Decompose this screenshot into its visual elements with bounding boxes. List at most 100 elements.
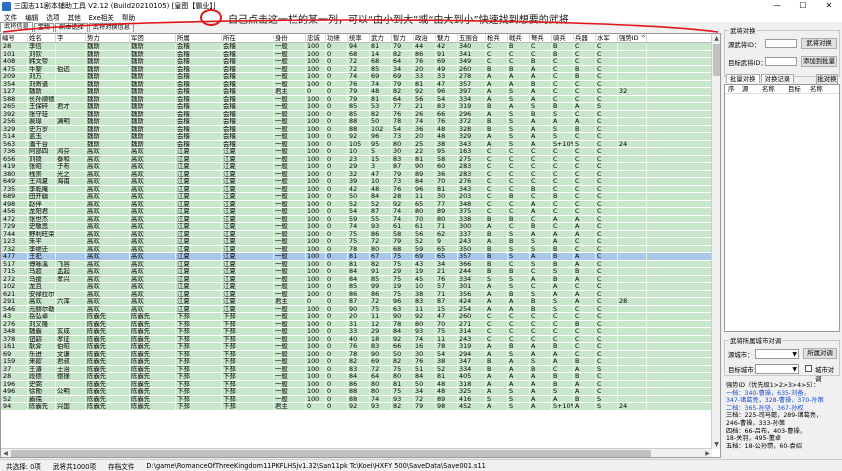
table-row[interactable]: 28 段德 德操 陈霸先 陈霸先 下邳 下邳 一般 100 0 84 64 80 84 81 405 A A A B B… — [1, 373, 712, 381]
scroll-right-icon[interactable]: ▶ — [703, 449, 712, 457]
table-row[interactable]: 588 长孙顺德 魏斯 魏斯 会稽 会稽 一般 100 0 79 81 64 56 54 334 A S A C C C — [1, 95, 712, 103]
table-row[interactable]: 517 傅咏溪 飞容 高欢 高欢 江夏 江夏 一般 100 0 81 82 75 43 34 366 B C S B A… — [1, 260, 712, 268]
table-row[interactable]: 291 高欢 六浑 高欢 高欢 江夏 江夏 君主 0 0 87 72 96 83 87 424 A A B S A C 28 — [1, 298, 712, 306]
menu-file[interactable]: 文件 — [0, 12, 21, 22]
source-city-select[interactable]: ▼ — [755, 349, 799, 359]
close-button[interactable]: ✕ — [816, 0, 842, 12]
table-row[interactable]: 689 田开疆 高欢 高欢 江夏 江夏 一般 100 0 50 84 28 11 30 203 C B C B C C — [1, 193, 712, 201]
scroll-left-icon[interactable]: ◀ — [1, 449, 10, 457]
table-row[interactable]: 715 马超 孟起 高欢 高欢 江夏 江夏 一般 100 0 84 91 29 19 21 244 B B C S B C — [1, 268, 712, 276]
table-row[interactable]: 392 张守珪 魏斯 魏斯 会稽 会稽 一般 100 0 85 82 76 26 66 296 A S B S C C — [1, 110, 712, 118]
table-row[interactable]: 276 刘又隆 陈霸先 陈霸先 下邳 下邳 一般 100 0 31 12 78 80 70 271 C C C C B… — [1, 320, 712, 328]
table-row[interactable]: 94 陈霸先 兴国 陈霸先 陈霸先 下邳 下邳 君主 0 0 92 93 82 79 98 452 A S A S+1… — [1, 403, 712, 411]
table-row[interactable]: 123 朱平 高欢 高欢 江夏 江夏 一般 100 0 75 72 79 52 9 243 A B S A C C — [1, 238, 712, 246]
column-header[interactable]: 统率 — [348, 34, 370, 42]
city-swap-button[interactable]: 所属对调 — [803, 348, 837, 359]
table-row[interactable]: 380 栈崇 光之 高欢 高欢 江夏 江夏 一般 100 0 32 47 79 89 36 283 C C C C C C — [1, 170, 712, 178]
table-row[interactable]: 546 元赫尔勒 高欢 高欢 江夏 江夏 一般 100 0 90 75 63 11 15 254 A A B S C C — [1, 305, 712, 313]
table-row[interactable]: 419 张昭 子布 高欢 高欢 江夏 江夏 一般 100 0 29 3 87 90 60 283 C C C C C C — [1, 163, 712, 171]
column-header[interactable]: 骑兵 — [552, 34, 574, 42]
batch-list[interactable]: 序 源 名称 目标 名称 — [724, 84, 840, 332]
table-row[interactable]: 477 王犯 高欢 高欢 江夏 江夏 一般 100 0 81 67 75 69 65 357 B S A B A C — [1, 253, 712, 261]
menu-help[interactable]: 帮助 — [118, 12, 139, 22]
column-header[interactable]: 枪兵 — [486, 34, 508, 42]
table-row[interactable]: 256 裴璟 渊明 魏斯 魏斯 会稽 会稽 一般 100 0 88 50 78 74 76 372 B S A A A C — [1, 118, 712, 126]
vertical-scrollbar[interactable]: ▲ ▼ — [711, 34, 720, 449]
maximize-button[interactable]: ☐ — [790, 0, 816, 12]
tab-batch-swap[interactable]: 批量对换 — [726, 74, 760, 83]
column-header[interactable]: 字 — [56, 34, 86, 42]
target-id-input[interactable] — [765, 57, 797, 66]
tab-swap-info[interactable]: 武将对换信息 — [88, 23, 134, 32]
column-header[interactable]: 戟兵 — [508, 34, 530, 42]
column-header[interactable]: 编号 — [1, 34, 28, 42]
column-header[interactable]: 五围合 — [458, 34, 486, 42]
column-header[interactable]: 武力 — [370, 34, 392, 42]
column-header[interactable]: 水军 — [596, 34, 618, 42]
table-row[interactable]: 736 阿部四 鸿芬 高欢 高欢 江夏 江夏 一般 100 0 10 5 30 22 95 163 C C C C C C — [1, 148, 712, 156]
column-header[interactable]: 弩兵 — [530, 34, 552, 42]
column-header[interactable]: 势力 — [86, 34, 130, 42]
swap-button[interactable]: 武将对换 — [801, 38, 837, 49]
tab-swap-log[interactable]: 对换记录 — [760, 74, 795, 83]
table-row[interactable]: 475 牛黎 伯远 魏斯 魏斯 会稽 会稽 一般 100 0 72 85 34 20 49 260 B B A C B C — [1, 65, 712, 73]
table-row[interactable]: 348 魏霸 玄成 陈霸先 陈霸先 下邳 下邳 一般 100 0 33 29 84 93 75 314 C C C C… — [1, 328, 712, 336]
tab-treasure[interactable]: 宝物 — [33, 23, 55, 32]
menu-other[interactable]: 其他 — [64, 12, 85, 22]
table-row[interactable]: 563 潘千台 魏斯 魏斯 会稽 会稽 一般 100 0 105 95 80 25 38 343 A S A S+1… — [1, 140, 712, 148]
table-row[interactable]: 354 刘寄道 魏斯 魏斯 会稽 会稽 一般 100 0 76 74 79 81 47 357 A A B C C C — [1, 80, 712, 88]
menu-options[interactable]: 选项 — [42, 12, 63, 22]
table-row[interactable]: 649 王鸿夏 海甫 高欢 高欢 江夏 江夏 一般 100 0 39 10 73 84 70 276 C C C C C… — [1, 178, 712, 186]
column-header[interactable]: 魅力 — [436, 34, 458, 42]
column-header[interactable]: 智力 — [392, 34, 414, 42]
table-row[interactable]: 127 魏斯 魏斯 魏斯 会稽 会稽 君主 0 0 79 48 82 92 96 397 A S A C C C 32 — [1, 88, 712, 96]
table-row[interactable]: 272 马援 孝兴 高欢 高欢 江夏 江夏 一般 100 0 84 85 75 45 76 334 S S A B A C — [1, 275, 712, 283]
vertical-scroll-thumb[interactable] — [713, 44, 720, 76]
column-header[interactable]: 所在 — [222, 34, 274, 42]
column-header[interactable]: 忠诚 — [306, 34, 326, 42]
target-city-select[interactable]: ▼ — [755, 364, 799, 374]
table-row[interactable]: 37 王濬 士治 陈霸先 陈霸先 下邳 下邳 一般 100 0 83 72 75 51 52 334 B A B C A… — [1, 365, 712, 373]
table-row[interactable]: 43 岳弘卓 陈霸先 陈霸先 下邳 下邳 一般 100 0 20 11 90 92 47 260 C C C C C C — [1, 313, 712, 321]
table-row[interactable]: 28 李信 魏斯 魏斯 会稽 会稽 一般 100 0 94 81 79 44 42 340 C B C B C C — [1, 43, 712, 51]
menu-exe[interactable]: Exe相关 — [85, 12, 118, 22]
table-row[interactable]: 621 安禄拉尔 高欢 高欢 江夏 江夏 一般 100 0 86 86 75 38 71 356 A B S A A C — [1, 290, 712, 298]
column-header[interactable]: 军团 — [130, 34, 176, 42]
table-row[interactable]: 729 史敬思 高欢 高欢 江夏 江夏 一般 100 0 74 93 61 61 71 300 A C B C A C — [1, 223, 712, 231]
table-row[interactable]: 265 王保碎 君才 魏斯 魏斯 会稽 会稽 一般 100 0 85 53 77 21 83 319 B A S B A… — [1, 103, 712, 111]
table-row[interactable]: 209 刘方 魏斯 魏斯 会稽 会稽 一般 100 0 74 69 69 33 33 278 A A A C B C — [1, 73, 712, 81]
table-row[interactable]: 496 徐勣 公明 陈霸先 陈霸先 下邳 下邳 一般 100 0 88 80 75 34 48 325 A S A S… — [1, 388, 712, 396]
table-row[interactable]: 498 赵伴 高欢 高欢 江夏 江夏 一般 100 0 52 52 92 65 77 348 C C A C C C — [1, 200, 712, 208]
table-row[interactable]: 159 来歙 君叔 陈霸先 陈霸先 下邳 下邳 一般 100 0 82 69 82 76 38 347 B A S A… — [1, 358, 712, 366]
table-row[interactable]: 735 李乾庵 高欢 高欢 江夏 江夏 一般 100 0 42 48 76 96 81 343 C C B C C C — [1, 185, 712, 193]
table-row[interactable]: 329 史万岁 魏斯 魏斯 会稽 会稽 一般 100 0 88 102 54 36 48 328 B S A S B C — [1, 125, 712, 133]
column-header[interactable]: 身份 — [274, 34, 306, 42]
add-batch-button[interactable]: 添加到批量 — [801, 56, 837, 67]
table-row[interactable]: 102 龙且 高欢 高欢 江夏 江夏 一般 100 0 85 99 19 10 57 301 A S C A C C — [1, 283, 712, 291]
table-row[interactable]: 69 乐进 文谦 陈霸先 陈霸先 下邳 下邳 一般 100 0 78 90 50 30 54 294 A S A A C… — [1, 350, 712, 358]
column-header[interactable]: 强势ID ^ — [618, 34, 647, 42]
column-header[interactable]: 所属 — [176, 34, 222, 42]
horizontal-scrollbar[interactable]: ◀ ▶ — [1, 448, 712, 457]
table-row[interactable]: 52 霸孺 陈霸先 陈霸先 下邳 下邳 一般 100 0 88 74 93 72 89 416 S S A A B S — [1, 395, 712, 403]
horizontal-scroll-thumb[interactable] — [11, 450, 651, 457]
table-row[interactable]: 101 刘钦 魏斯 魏斯 会稽 会稽 一般 100 0 68 14 82 86 91 341 C C C B C C — [1, 50, 712, 58]
tab-general-info[interactable]: 武将信息 — [0, 22, 33, 32]
column-header[interactable]: 姓名 — [28, 34, 56, 42]
scroll-down-icon[interactable]: ▼ — [712, 440, 720, 449]
scroll-up-icon[interactable]: ▲ — [712, 34, 720, 43]
table-row[interactable]: 408 韩文帝 魏斯 魏斯 会稽 会稽 一般 100 0 72 68 64 76 69 349 C C B C C C — [1, 58, 712, 66]
column-header[interactable]: 兵器 — [574, 34, 596, 42]
column-header[interactable]: 政治 — [414, 34, 436, 42]
table-row[interactable]: 472 张世杰 高欢 高欢 江夏 江夏 一般 100 0 59 55 74 70 80 338 B B C A A C — [1, 215, 712, 223]
minimize-button[interactable]: — — [764, 0, 790, 12]
menu-edit[interactable]: 编辑 — [21, 12, 42, 22]
column-header[interactable]: 功绩 — [326, 34, 348, 42]
table-row[interactable]: 456 龙阳君 高欢 高欢 江夏 江夏 一般 100 0 54 87 74 80 89 375 C C A C C C — [1, 208, 712, 216]
table-row[interactable]: 161 耿弇 伯昭 陈霸先 陈霸先 下邳 下邳 一般 100 0 76 83 66 16 78 319 A B A B… — [1, 343, 712, 351]
city-swap-checkbox[interactable] — [805, 365, 812, 372]
table-row[interactable]: 732 李继迁 高欢 高欢 江夏 江夏 一般 100 0 78 80 68 59 65 350 B S S B C C — [1, 245, 712, 253]
source-id-input[interactable] — [765, 39, 797, 48]
table-row[interactable]: 196 史弼 陈霸先 陈霸先 下邳 下邳 一般 100 0 86 80 81 50 48 318 A A A B A C — [1, 380, 712, 388]
table-row[interactable]: 378 钮韶 孝征 陈霸先 陈霸先 下邳 下邳 一般 100 0 40 18 92 74 11 243 C C C C… — [1, 335, 712, 343]
